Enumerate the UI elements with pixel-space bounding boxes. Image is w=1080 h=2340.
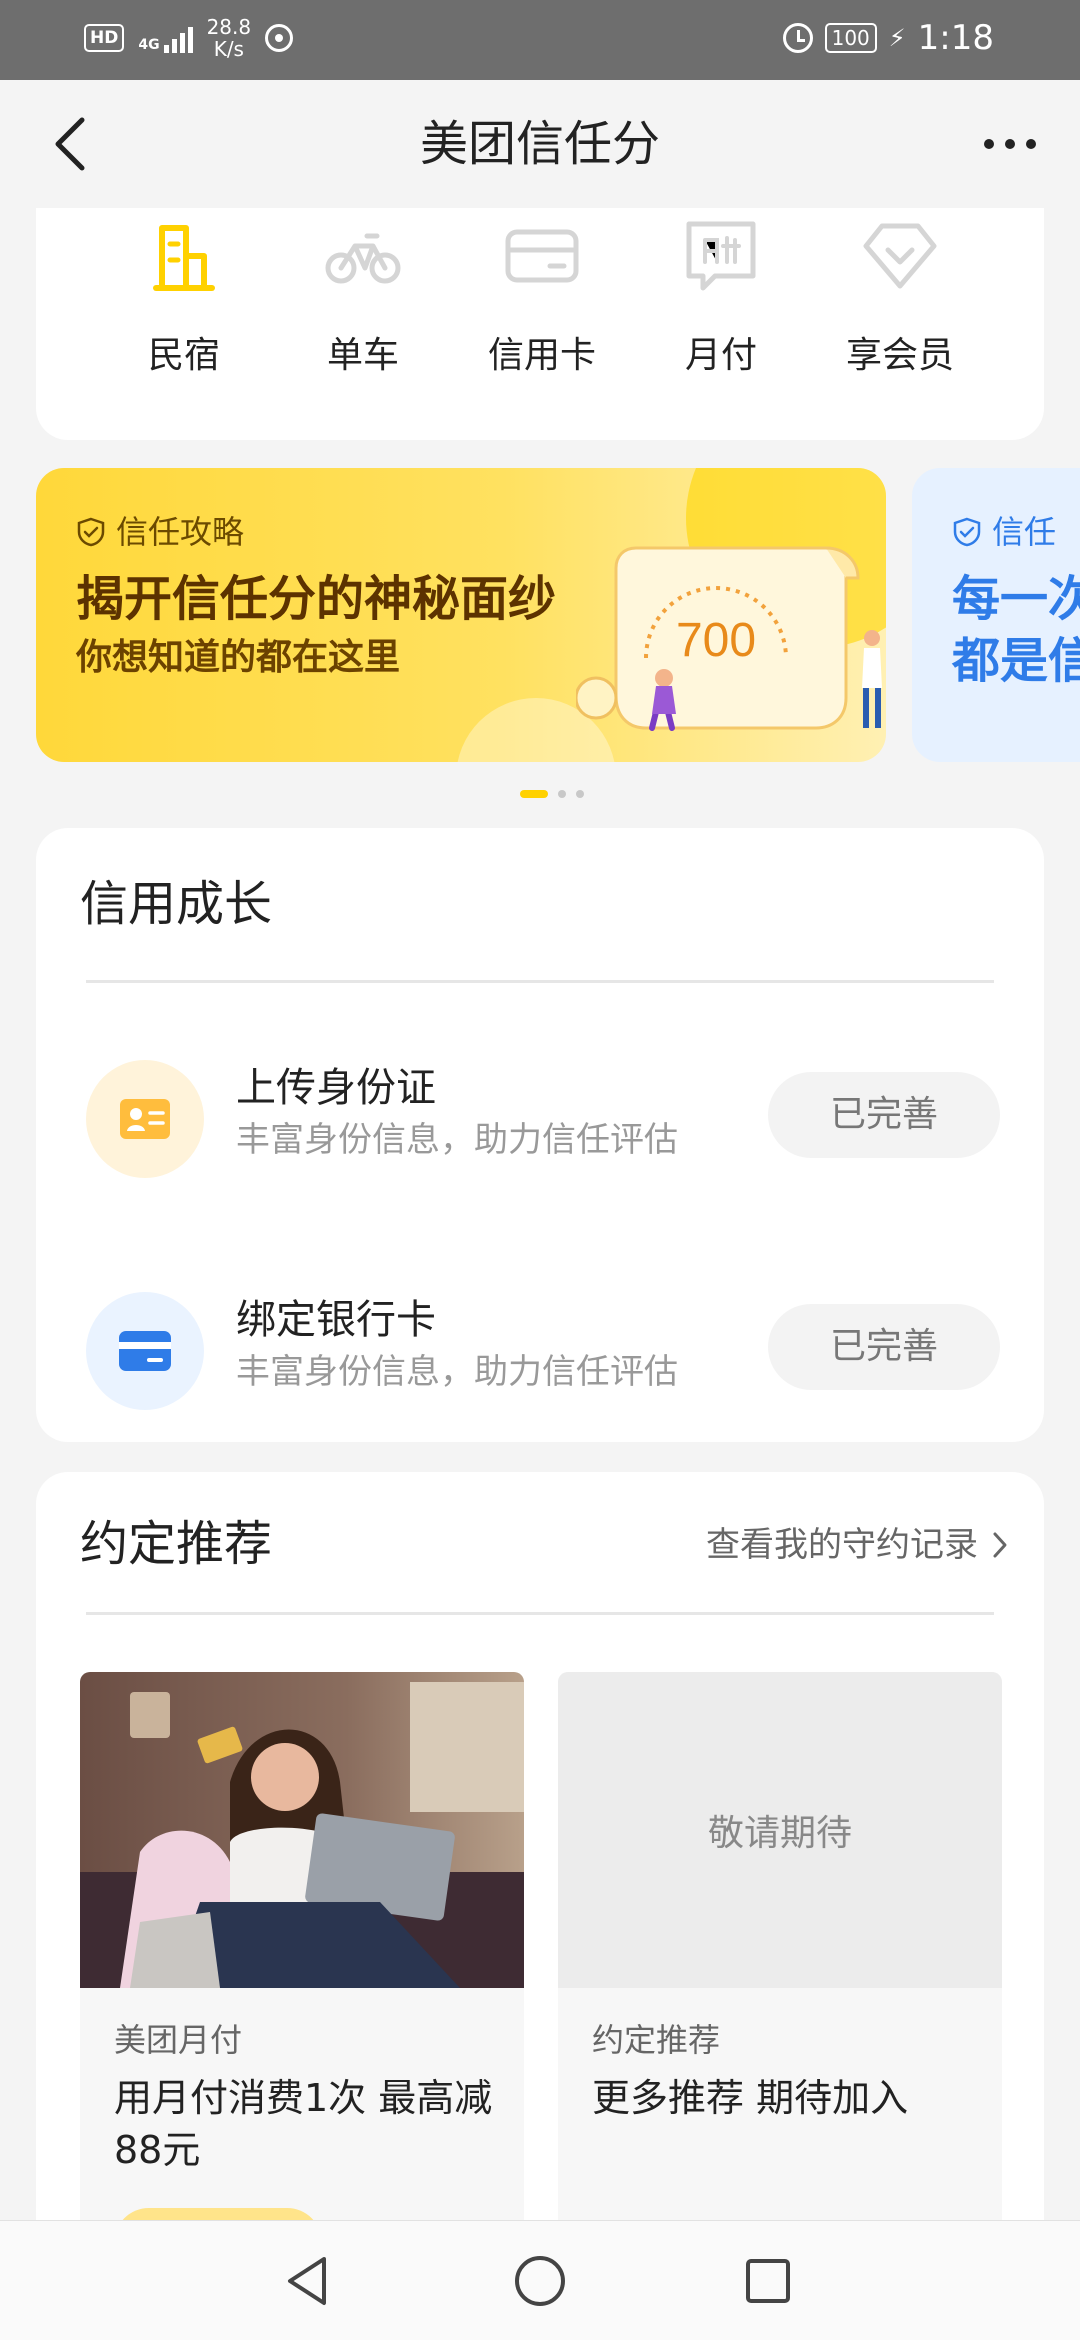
triangle-back-icon bbox=[288, 2257, 326, 2305]
chevron-right-icon bbox=[993, 1532, 1007, 1558]
banner-subtitle: 你想知道的都在这里 bbox=[76, 637, 401, 678]
banner-title-line: 每一次 bbox=[952, 571, 1080, 627]
clock: 1:18 bbox=[917, 18, 994, 58]
recommendation-description: 更多推荐 期待加入 bbox=[592, 2076, 909, 2120]
task-subtitle: 丰富身份信息，助力信任评估 bbox=[236, 1352, 678, 1392]
task-completed-button[interactable]: 已完善 bbox=[768, 1072, 1000, 1158]
service-label: 月付 bbox=[684, 335, 757, 376]
view-records-link[interactable]: 查看我的守约记录 bbox=[706, 1522, 1008, 1568]
system-back-button[interactable] bbox=[268, 2241, 348, 2321]
banner-title-line: 都是信 bbox=[952, 633, 1080, 689]
service-label: 享会员 bbox=[845, 335, 954, 376]
credit-growth-card: 信用成长 上传身份证 丰富身份信息，助力信任评估 已完善 绑定银行卡 丰富身份信… bbox=[36, 828, 1044, 1442]
service-monthly-pay[interactable]: 月付 bbox=[641, 208, 801, 408]
task-icon-bg bbox=[86, 1060, 204, 1178]
charging-icon: ⚡ bbox=[888, 24, 906, 52]
more-dot-icon bbox=[1026, 139, 1036, 149]
square-recents-icon bbox=[746, 2259, 790, 2303]
alarm-icon bbox=[782, 23, 813, 53]
section-title: 约定推荐 bbox=[80, 1516, 273, 1572]
id-card-icon bbox=[120, 1099, 170, 1139]
service-label: 信用卡 bbox=[487, 335, 596, 376]
hotspot-icon bbox=[265, 24, 294, 52]
monthly-pay-icon bbox=[686, 221, 756, 291]
banner-tag: 信任 bbox=[952, 512, 1056, 552]
divider bbox=[86, 980, 994, 983]
bicycle-icon bbox=[325, 233, 401, 284]
service-membership[interactable]: 享会员 bbox=[820, 208, 980, 408]
score-illustration: 700 bbox=[576, 546, 882, 731]
section-title: 信用成长 bbox=[80, 876, 273, 932]
recommendation-card-more[interactable]: 敬请期待 约定推荐 更多推荐 期待加入 bbox=[558, 1672, 1002, 2292]
task-upload-id: 上传身份证 丰富身份信息，助力信任评估 已完善 bbox=[36, 1050, 1044, 1190]
agreement-card: 约定推荐 查看我的守约记录 美团月付 用月付消费1次 最高减88元 敬请期待 约… bbox=[36, 1472, 1044, 2292]
recommendation-tag: 约定推荐 bbox=[592, 2021, 721, 2059]
nav-bar: 美团信任分 bbox=[0, 80, 1080, 208]
banner-title: 每一次 都是信 bbox=[952, 568, 1080, 692]
membership-icon bbox=[863, 223, 937, 289]
recommendation-tag: 美团月付 bbox=[114, 2021, 243, 2059]
hd-badge: HD bbox=[84, 24, 125, 52]
system-recents-button[interactable] bbox=[728, 2241, 808, 2321]
system-nav-bar bbox=[0, 2220, 1080, 2340]
carousel-dot-active bbox=[520, 790, 548, 798]
divider bbox=[86, 1612, 994, 1615]
task-title: 上传身份证 bbox=[236, 1065, 436, 1111]
status-bar-left: HD 4G 28.8 K/s bbox=[84, 16, 294, 60]
next-banner[interactable]: 信任 每一次 都是信 bbox=[912, 468, 1080, 762]
network-speed: 28.8 K/s bbox=[207, 16, 252, 60]
shield-check-icon bbox=[77, 517, 105, 547]
service-label: 单车 bbox=[326, 335, 399, 376]
service-homestay[interactable]: 民宿 bbox=[104, 208, 264, 408]
page-title: 美团信任分 bbox=[419, 116, 660, 172]
network-type: 4G bbox=[138, 37, 160, 53]
banner-score: 700 bbox=[676, 614, 756, 667]
task-bind-bank-card: 绑定银行卡 丰富身份信息，助力信任评估 已完善 bbox=[36, 1282, 1044, 1422]
service-label: 民宿 bbox=[147, 335, 220, 376]
battery-icon: 100 bbox=[824, 23, 877, 53]
status-bar-right: 100 ⚡ 1:18 bbox=[782, 18, 994, 58]
more-button[interactable] bbox=[970, 110, 1050, 178]
speed-value: 28.8 bbox=[206, 15, 252, 39]
signal-icon: 4G bbox=[138, 23, 193, 53]
task-subtitle: 丰富身份信息，助力信任评估 bbox=[236, 1120, 678, 1160]
shield-check-icon bbox=[953, 517, 981, 547]
service-bike[interactable]: 单车 bbox=[283, 208, 443, 408]
banner-tag: 信任攻略 bbox=[76, 512, 244, 552]
view-records-label: 查看我的守约记录 bbox=[706, 1525, 978, 1565]
trust-guide-banner[interactable]: 信任攻略 揭开信任分的神秘面纱 你想知道的都在这里 700 bbox=[36, 468, 886, 762]
task-title: 绑定银行卡 bbox=[236, 1297, 436, 1343]
circle-home-icon bbox=[515, 2256, 565, 2306]
banner-tag-label: 信任 bbox=[992, 513, 1057, 551]
banner-tag-label: 信任攻略 bbox=[116, 513, 245, 551]
building-icon bbox=[153, 225, 215, 291]
shopping-woman-photo bbox=[80, 1672, 524, 1988]
system-home-button[interactable] bbox=[500, 2241, 580, 2321]
task-icon-bg bbox=[86, 1292, 204, 1410]
coming-soon-placeholder: 敬请期待 bbox=[558, 1672, 1002, 1988]
speed-unit: K/s bbox=[213, 37, 244, 61]
service-credit-card[interactable]: 信用卡 bbox=[462, 208, 622, 408]
banner-title: 揭开信任分的神秘面纱 bbox=[76, 571, 557, 627]
recommendation-card-monthly-pay[interactable]: 美团月付 用月付消费1次 最高减88元 bbox=[80, 1672, 524, 2292]
carousel-dot bbox=[576, 790, 584, 798]
status-bar: HD 4G 28.8 K/s 100 ⚡ 1:18 bbox=[0, 0, 1080, 80]
carousel-dot bbox=[558, 790, 566, 798]
credit-card-icon bbox=[505, 229, 579, 283]
services-card: 民宿 单车 信用卡 月付 享会员 bbox=[36, 208, 1044, 440]
recommendation-description: 用月付消费1次 最高减88元 bbox=[114, 2076, 493, 2172]
more-dot-icon bbox=[1005, 139, 1015, 149]
carousel-indicator bbox=[520, 790, 584, 798]
more-dot-icon bbox=[984, 139, 994, 149]
task-completed-button[interactable]: 已完善 bbox=[768, 1304, 1000, 1390]
bank-card-icon bbox=[119, 1331, 171, 1371]
